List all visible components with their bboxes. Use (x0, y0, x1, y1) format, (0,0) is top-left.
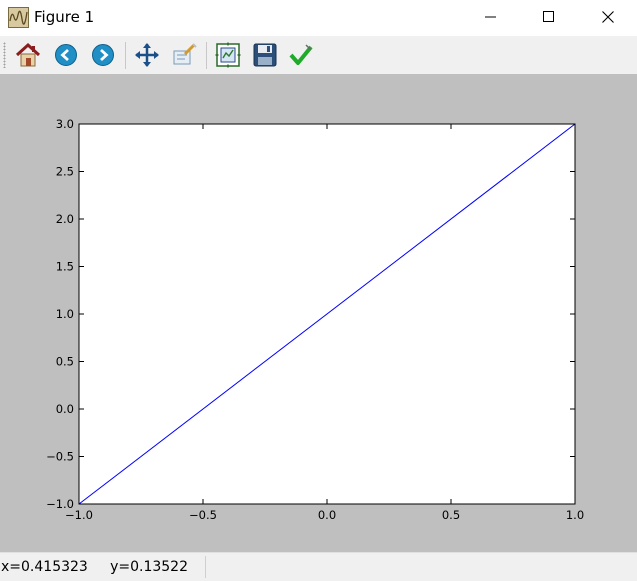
minimize-icon (485, 16, 496, 18)
home-button[interactable] (13, 40, 43, 70)
x-tick-label: −0.5 (189, 508, 217, 522)
pan-move-icon (135, 43, 159, 67)
save-button[interactable] (250, 40, 280, 70)
cursor-coordinates: x=0.415323 y=0.13522 (1, 559, 188, 575)
line-plot[interactable]: −1.0 −0.5 0.0 0.5 1.0−1.0−0.50.00.51.01.52.0… (0, 74, 637, 552)
toolbar-separator (206, 42, 207, 69)
navigation-toolbar (0, 36, 637, 74)
matplotlib-figure-icon (8, 7, 29, 28)
floppy-save-icon (253, 43, 277, 67)
y-tick-label: 0.0 (56, 402, 74, 416)
y-tick-label: 0.5 (56, 355, 74, 369)
close-button[interactable] (579, 0, 637, 34)
title-bar: Figure 1 (0, 0, 637, 36)
status-bar: x=0.415323 y=0.13522 (0, 552, 637, 581)
forward-button[interactable] (88, 40, 118, 70)
y-tick-label: −0.5 (46, 450, 74, 464)
forward-arrow-icon (92, 44, 114, 66)
y-tick-label: 3.0 (56, 117, 74, 131)
x-tick-label: 1.0 (566, 508, 584, 522)
figure-canvas[interactable]: −1.0 −0.5 0.0 0.5 1.0 −1.0 −0.5 0.0 0.5 1.0 1.5 2.0… (0, 74, 637, 552)
minimize-button[interactable] (462, 0, 520, 34)
x-tick-label: 0.0 (318, 508, 336, 522)
back-button[interactable] (51, 40, 81, 70)
home-icon (15, 42, 41, 67)
toolbar-separator (125, 42, 126, 69)
window-title: Figure 1 (34, 8, 95, 26)
close-icon (602, 11, 614, 23)
y-tick-label: 1.5 (56, 260, 74, 274)
y-tick-label: 2.0 (56, 212, 74, 226)
subplots-config-icon (215, 42, 241, 68)
y-tick-label: −1.0 (46, 497, 74, 511)
y-tick-label: 2.5 (56, 165, 74, 179)
subplots-button[interactable] (213, 40, 243, 70)
x-tick-label: 0.5 (442, 508, 460, 522)
y-tick-label: 1.0 (56, 307, 74, 321)
pan-button[interactable] (132, 40, 162, 70)
back-arrow-icon (55, 44, 77, 66)
status-separator (205, 556, 206, 578)
edit-button[interactable] (286, 40, 316, 70)
zoom-rect-icon (173, 43, 197, 65)
zoom-button[interactable] (169, 40, 199, 70)
checkmark-edit-icon (289, 44, 313, 65)
maximize-icon (543, 11, 554, 22)
toolbar-grip[interactable] (3, 42, 6, 68)
maximize-button[interactable] (520, 0, 578, 34)
